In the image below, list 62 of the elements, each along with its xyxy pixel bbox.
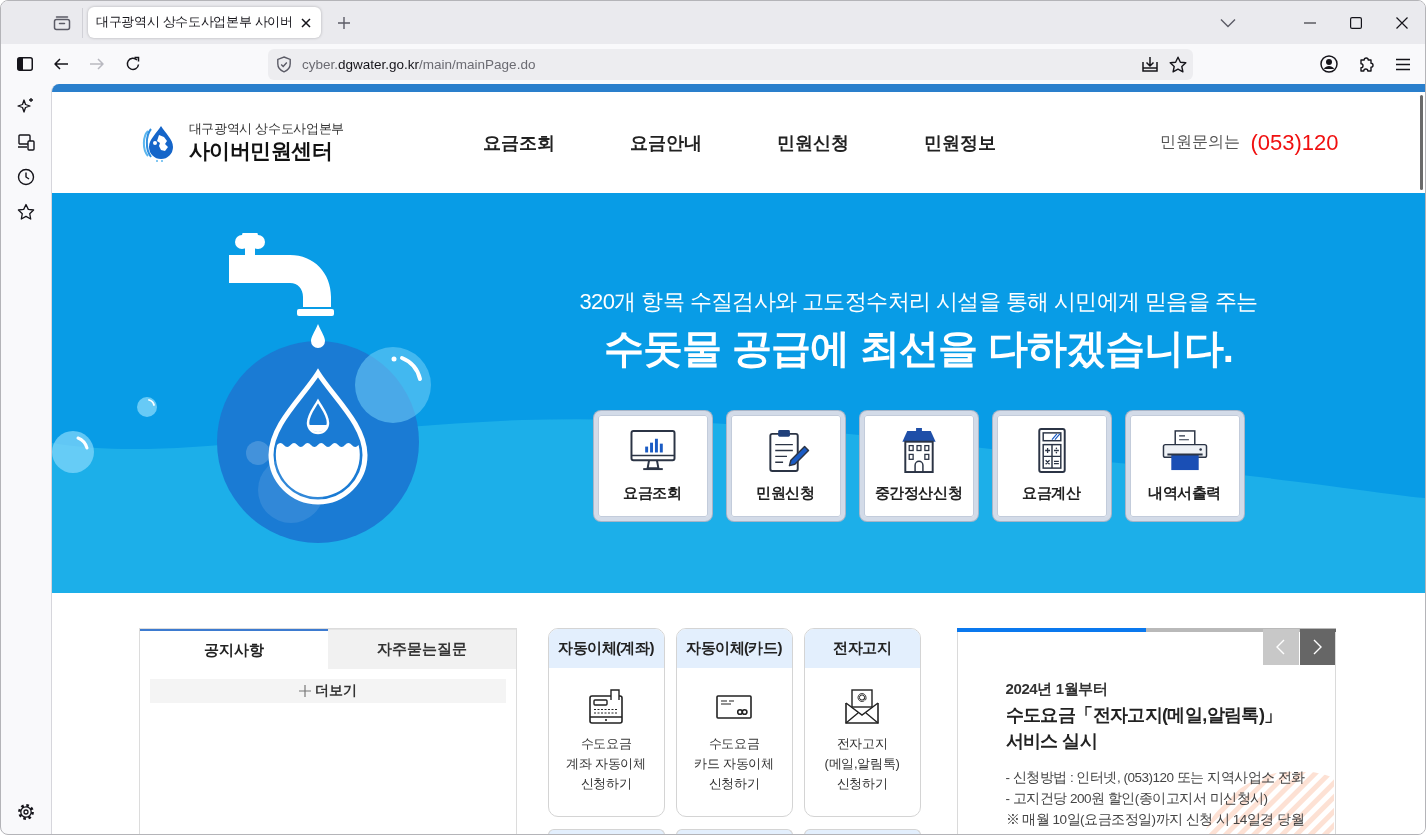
nav-link[interactable]: 민원정보: [886, 130, 1034, 155]
chevron-down-icon[interactable]: [1220, 17, 1236, 28]
star-icon[interactable]: [1169, 55, 1187, 73]
nav-link[interactable]: 요금조회: [445, 130, 593, 155]
tab-groups-icon[interactable]: [53, 14, 71, 31]
quick-menu-card[interactable]: 요금조회: [593, 411, 712, 521]
service-card[interactable]: 전자고지 전자고지 (메일,알림톡) 신청하기: [803, 628, 921, 817]
reload-icon[interactable]: [125, 56, 141, 72]
close-icon[interactable]: [300, 17, 311, 28]
star-icon[interactable]: [17, 203, 35, 221]
news-detail-line: ※ 매월 10일(요금조정일)까지 신청 시 14일경 당월: [1005, 811, 1306, 829]
devices-icon[interactable]: [17, 133, 35, 151]
account-icon[interactable]: [1320, 55, 1338, 73]
quick-menu-card[interactable]: 요금계산: [992, 411, 1111, 521]
nav-link[interactable]: 요금안내: [592, 130, 740, 155]
quick-menu-card[interactable]: 민원신청: [726, 411, 845, 521]
more-button[interactable]: 더보기: [149, 679, 506, 703]
cash-register-icon: [588, 689, 624, 725]
settings-icon[interactable]: [17, 803, 35, 821]
menu-icon[interactable]: [1395, 57, 1411, 71]
service-card-description: 수도요금 계좌 자동이체 신청하기: [566, 735, 646, 793]
plus-icon: [298, 685, 311, 697]
maximize-icon[interactable]: [1350, 16, 1362, 29]
news-title[interactable]: 수도요금「전자고지(메일,알림톡)」 서비스 실시: [1005, 702, 1335, 754]
url-text: cyber.dgwater.go.kr/main/mainPage.do: [302, 56, 536, 72]
org-name: 대구광역시 상수도사업본부: [188, 121, 345, 138]
news-date-line: 2024년 1월부터: [1005, 679, 1109, 699]
hero-headline: 수돗물 공급에 최선을 다하겠습니다.: [603, 325, 1234, 372]
scrollbar-thumb[interactable]: [1420, 95, 1423, 190]
browser-tab[interactable]: 대구광역시 상수도사업본부 사이버: [88, 7, 321, 38]
puzzle-piece-icon[interactable]: [1359, 55, 1375, 73]
sidebar-toggle-icon[interactable]: [17, 57, 33, 71]
new-tab-plus-icon[interactable]: [336, 15, 351, 30]
quick-menu-card[interactable]: 내역서출력: [1125, 411, 1244, 521]
notice-tab[interactable]: 자주묻는질문: [327, 629, 516, 669]
quick-menu-card[interactable]: 중간정산신청: [859, 411, 978, 521]
envelope-icon: [844, 689, 880, 725]
close-icon[interactable]: [1396, 16, 1408, 29]
contact-phone: (053)120: [1250, 129, 1339, 156]
news-detail-line: - 고지건당 200원 할인(종이고지서 미신청시): [1005, 790, 1269, 808]
back-arrow-icon[interactable]: [53, 56, 69, 72]
news-detail-line: - 신청방법 : 인터넷, (053)120 또는 지역사업소 전화: [1005, 769, 1306, 787]
service-card-title: 자동이체(계좌): [548, 629, 664, 668]
service-card-description: 전자고지 (메일,알림톡) 신청하기: [824, 735, 900, 793]
sparkle-icon[interactable]: [17, 97, 35, 115]
download-tray-icon[interactable]: [1141, 55, 1159, 73]
nav-link[interactable]: 민원신청: [739, 130, 887, 155]
site-title[interactable]: 사이버민원센터: [188, 138, 345, 164]
service-card[interactable]: 자동이체(카드) 수도요금 카드 자동이체 신청하기: [675, 628, 793, 817]
service-card-title: 전자고지: [804, 629, 920, 668]
chevron-right-icon: [1313, 639, 1322, 655]
address-bar[interactable]: cyber.dgwater.go.kr/main/mainPage.do: [268, 48, 1193, 80]
contact-label: 민원문의는: [1160, 132, 1241, 152]
clock-icon[interactable]: [17, 168, 35, 186]
service-card[interactable]: 자동이체(계좌) 수도요금 계좌 자동이체 신청하기: [547, 628, 665, 817]
hero-subtitle: 320개 항목 수질검사와 고도정수처리 시설을 통해 시민에게 믿음을 주는: [579, 288, 1258, 316]
service-card-description: 수도요금 카드 자동이체 신청하기: [694, 735, 774, 793]
minimize-icon[interactable]: [1304, 21, 1316, 24]
chevron-left-icon: [1276, 639, 1285, 655]
shield-icon[interactable]: [276, 55, 292, 73]
next-button[interactable]: [1299, 629, 1336, 665]
service-card-title: 자동이체(카드): [676, 629, 792, 668]
